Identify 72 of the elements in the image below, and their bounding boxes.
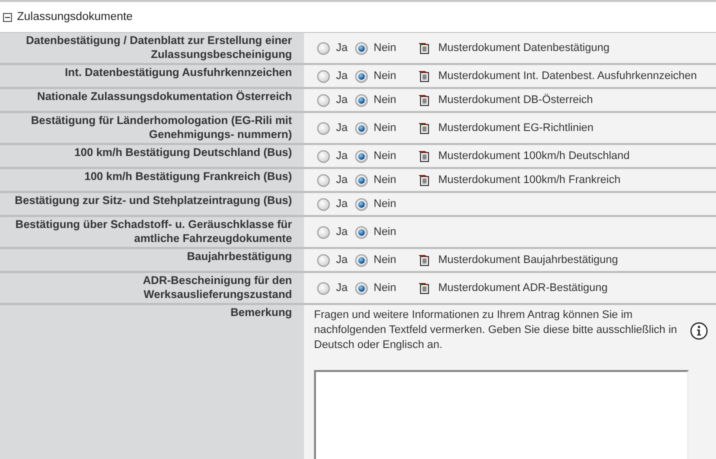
radio-button[interactable]	[354, 42, 368, 54]
remark-hint: Fragen und weitere Informationen zu Ihrem Antrag können Sie im nachfolgenden Textfeld vermerken. Geben Sie diese bitte ausschließlich in Deutsch oder Englisch an.	[314, 308, 678, 353]
radio-label[interactable]: Nein	[374, 42, 396, 54]
radio-label[interactable]: Nein	[374, 198, 396, 210]
question-label: Nationale Zulassungsdokumentation Österreich	[37, 91, 292, 103]
remark-label: Bemerkung	[230, 307, 292, 319]
radio-label[interactable]: Nein	[374, 174, 396, 186]
question-label: Bestätigung zur Sitz- und Stehplatzeintragung (Bus)	[14, 195, 292, 207]
radio-button[interactable]	[354, 94, 368, 106]
sample-document-link[interactable]: Musterdokument 100km/h Frankreich	[438, 174, 620, 186]
radio-label[interactable]: Nein	[374, 226, 396, 238]
document-icon	[419, 42, 430, 54]
sample-document-link[interactable]: Musterdokument Baujahrbestätigung	[438, 254, 618, 266]
radio-label[interactable]: Ja	[336, 226, 348, 238]
document-icon	[419, 70, 430, 82]
radio-button[interactable]	[354, 198, 368, 210]
remark-textarea[interactable]	[314, 370, 689, 459]
radio-button[interactable]	[317, 254, 330, 266]
radio-button[interactable]	[354, 226, 368, 238]
radio-button[interactable]	[354, 122, 368, 134]
radio-button[interactable]	[317, 150, 330, 162]
question-label: 100 km/h Bestätigung Frankreich (Bus)	[84, 171, 292, 183]
section-title: Zulassungsdokumente	[17, 11, 133, 23]
document-icon	[419, 174, 430, 186]
radio-label[interactable]: Ja	[336, 150, 348, 162]
radio-label[interactable]: Nein	[374, 150, 396, 162]
radio-button[interactable]	[317, 174, 330, 186]
sample-document-link[interactable]: Musterdokument Datenbestätigung	[438, 42, 610, 54]
radio-label[interactable]: Ja	[336, 94, 348, 106]
radio-label[interactable]: Ja	[336, 42, 348, 54]
radio-label[interactable]: Ja	[336, 254, 348, 266]
radio-button[interactable]	[317, 198, 330, 210]
radio-label[interactable]: Nein	[374, 122, 396, 134]
question-label: Baujahrbestätigung	[186, 251, 292, 263]
sample-document-link[interactable]: Musterdokument Int. Datenbest. Ausfuhrkennzeichen	[438, 70, 697, 82]
sample-document-link[interactable]: Musterdokument EG-Richtlinien	[438, 122, 594, 134]
radio-button[interactable]	[317, 70, 330, 82]
info-icon[interactable]	[690, 322, 708, 340]
radio-label[interactable]: Ja	[336, 174, 348, 186]
radio-button[interactable]	[317, 122, 330, 134]
sample-document-link[interactable]: Musterdokument DB-Österreich	[438, 94, 593, 106]
radio-button[interactable]	[317, 226, 330, 238]
question-label: Bestätigung für Länderhomologation (EG-Rili mit Genehmigungs- nummern)	[30, 115, 292, 141]
radio-label[interactable]: Ja	[336, 122, 348, 134]
question-label: 100 km/h Bestätigung Deutschland (Bus)	[74, 147, 292, 159]
radio-button[interactable]	[317, 94, 330, 106]
question-label: Datenbestätigung / Datenblatt zur Erstellung einer Zulassungsbescheinigung	[26, 35, 292, 61]
radio-button[interactable]	[317, 42, 330, 54]
collapse-icon[interactable]	[3, 12, 12, 22]
radio-label[interactable]: Nein	[374, 94, 396, 106]
radio-label[interactable]: Nein	[374, 254, 396, 266]
radio-label[interactable]: Nein	[374, 70, 396, 82]
radio-button[interactable]	[354, 70, 368, 82]
radio-label[interactable]: Nein	[374, 282, 396, 294]
sample-document-link[interactable]: Musterdokument ADR-Bestätigung	[438, 282, 608, 294]
radio-button[interactable]	[317, 282, 330, 294]
radio-label[interactable]: Ja	[336, 282, 348, 294]
document-icon	[419, 94, 430, 106]
document-icon	[419, 254, 430, 266]
radio-button[interactable]	[354, 150, 368, 162]
question-label: ADR-Bescheinigung für den Werksauslieferungszustand	[142, 275, 292, 301]
radio-label[interactable]: Ja	[336, 70, 348, 82]
question-label: Int. Datenbestätigung Ausfuhrkennzeichen	[64, 67, 292, 79]
radio-button[interactable]	[354, 282, 368, 294]
radio-label[interactable]: Ja	[336, 198, 348, 210]
sample-document-link[interactable]: Musterdokument 100km/h Deutschland	[438, 150, 630, 162]
radio-button[interactable]	[354, 174, 368, 186]
document-icon	[419, 282, 430, 294]
radio-button[interactable]	[354, 254, 368, 266]
document-icon	[419, 122, 430, 134]
question-label: Bestätigung über Schadstoff- u. Geräuschklasse für amtliche Fahrzeugdokumente	[15, 219, 292, 245]
document-icon	[419, 150, 430, 162]
